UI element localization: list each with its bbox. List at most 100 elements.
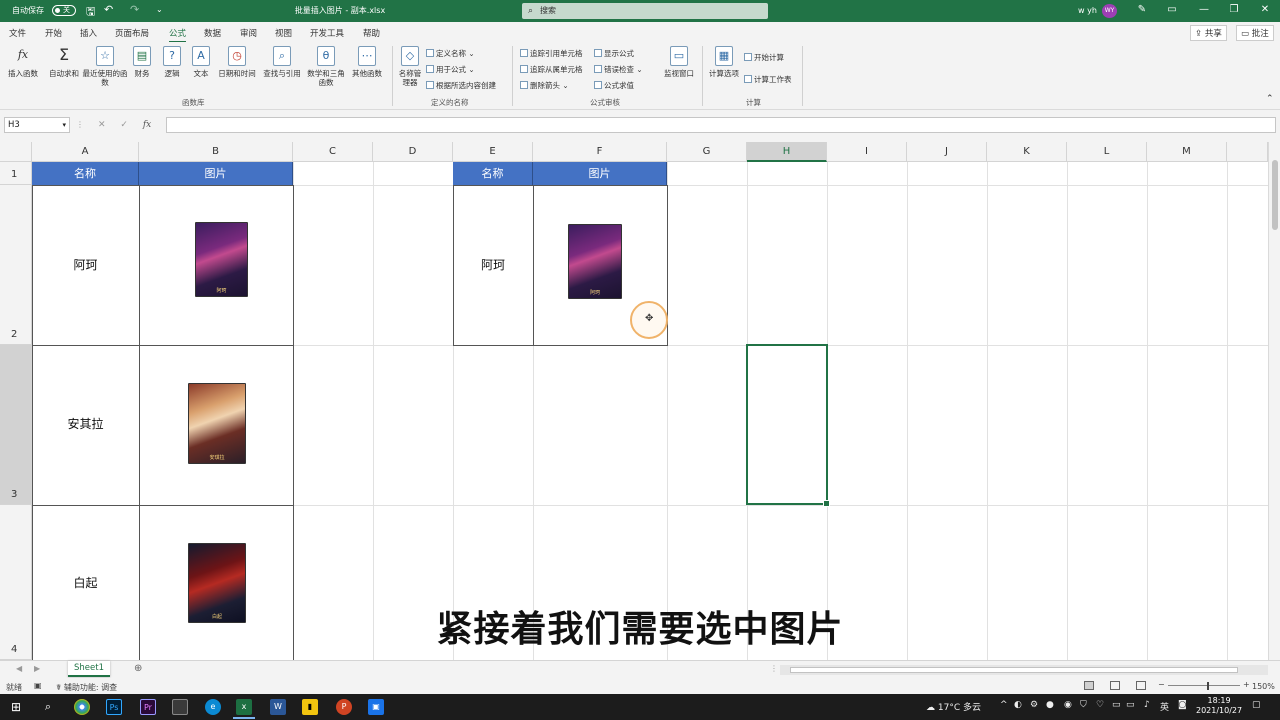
redo-icon[interactable]: ↷ [130,3,139,16]
tab-data[interactable]: 数据 [204,27,221,39]
active-cell-h3[interactable] [746,344,830,507]
photoshop-icon[interactable]: Ps [106,699,122,715]
column-header-partial[interactable] [1227,142,1268,162]
insert-function-button[interactable]: fx 插入函数 [5,46,41,78]
restore-icon[interactable]: ❐ [1224,4,1244,15]
macro-record-icon[interactable]: ▣ [34,681,42,690]
minimize-icon[interactable]: — [1194,4,1214,15]
select-all-corner[interactable] [0,142,32,162]
column-header-m[interactable]: M [1147,142,1227,162]
calc-sheet-button[interactable]: 计算工作表 [744,74,792,85]
logical-button[interactable]: ? 逻辑 [160,46,184,78]
horizontal-scrollbar[interactable] [780,665,1268,675]
cell-a4[interactable]: 白起 [32,574,139,591]
tray-app-icon[interactable]: ● [1046,700,1054,710]
hero-card-image[interactable]: 阿珂 [195,222,248,297]
hero-card-image[interactable]: 安琪拉 [188,383,246,464]
zoom-slider[interactable] [1168,685,1240,686]
taskbar-search-icon[interactable]: ⌕ [40,699,56,715]
tab-home[interactable]: 开始 [45,27,62,39]
error-checking-button[interactable]: 错误检查 ⌄ [594,64,643,75]
page-break-view-icon[interactable] [1136,681,1146,690]
zoom-level[interactable]: 150% [1252,682,1275,691]
page-layout-view-icon[interactable] [1110,681,1120,690]
tray-app-icon[interactable]: ◙ [1178,700,1187,710]
tray-app-icon[interactable]: ▭ [1126,700,1135,710]
tray-app-icon[interactable]: ◐ [1014,700,1022,710]
avatar[interactable]: WY [1102,4,1117,18]
hero-card-image[interactable]: 阿珂 [568,224,622,299]
text-button[interactable]: A 文本 [189,46,213,78]
customize-qa-icon[interactable]: ⌄ [156,5,163,14]
column-header-j[interactable]: J [907,142,987,162]
column-header-g[interactable]: G [667,142,747,162]
tab-developer[interactable]: 开发工具 [310,27,344,39]
column-header-i[interactable]: I [827,142,907,162]
save-icon[interactable]: 🖫 [86,3,95,22]
volume-icon[interactable]: ♪ [1144,700,1150,710]
enter-icon[interactable]: ✓ [120,120,128,130]
taskbar-clock[interactable]: 18:19 2021/10/27 [1196,696,1242,716]
tab-file[interactable]: 文件 [9,27,26,39]
ribbon-display-icon[interactable]: ▭ [1162,4,1182,15]
table2-header-name[interactable]: 名称 [453,162,533,185]
add-sheet-icon[interactable]: ⊕ [134,663,142,674]
tray-overflow-icon[interactable]: ^ [1000,700,1008,710]
excel-icon[interactable]: x [236,699,252,715]
row-header-1[interactable]: 1 [0,162,32,185]
tab-page-layout[interactable]: 页面布局 [115,27,149,39]
autosum-button[interactable]: Σ 自动求和 [46,46,82,79]
tab-insert[interactable]: 插入 [80,27,97,39]
tray-app-icon[interactable]: ♡ [1096,700,1104,710]
cell-a2[interactable]: 阿珂 [32,256,139,273]
file-explorer-icon[interactable] [172,699,188,715]
cancel-icon[interactable]: ✕ [98,120,106,130]
fx-icon[interactable]: fx [143,120,151,130]
chrome-icon[interactable] [74,699,90,715]
trace-precedents-button[interactable]: 追踪引用单元格 [520,48,583,59]
column-header-b[interactable]: B [139,142,293,162]
remove-arrows-button[interactable]: 删除箭头 ⌄ [520,80,569,91]
network-icon[interactable]: ▭ [1112,700,1121,710]
powerpoint-icon[interactable]: P [336,699,352,715]
tab-view[interactable]: 视图 [275,27,292,39]
row-header-3[interactable]: 3 [0,345,32,505]
horizontal-scroll-thumb[interactable] [790,667,1238,673]
vertical-scroll-thumb[interactable] [1272,160,1278,230]
zoom-in-icon[interactable]: + [1243,680,1250,689]
formula-input[interactable] [166,117,1276,133]
table2-header-image[interactable]: 图片 [533,162,667,185]
column-header-d[interactable]: D [373,142,453,162]
trace-dependents-button[interactable]: 追踪从属单元格 [520,64,583,75]
tab-formulas[interactable]: 公式 [169,27,187,43]
name-manager-button[interactable]: ◇ 名称管理器 [396,46,424,87]
create-from-selection-button[interactable]: 根据所选内容创建 [426,80,496,91]
collapse-ribbon-icon[interactable]: ⌃ [1266,94,1274,104]
recent-functions-button[interactable]: ☆ 最近使用的函数 [82,46,128,87]
sticky-app-icon[interactable]: ▮ [302,699,318,715]
tray-app-icon[interactable]: ⚙ [1030,700,1038,710]
column-header-f[interactable]: F [533,142,667,162]
normal-view-icon[interactable] [1084,681,1094,690]
define-name-button[interactable]: 定义名称 ⌄ [426,48,475,59]
zoom-slider-knob[interactable] [1207,682,1209,690]
comment-button[interactable]: ▭ 批注 [1236,25,1274,41]
evaluate-formula-button[interactable]: 公式求值 [594,80,634,91]
name-box[interactable]: H3 ▾ [4,117,70,133]
math-trig-button[interactable]: θ 数学和三角函数 [306,46,346,87]
close-icon[interactable]: ✕ [1255,4,1275,15]
column-header-k[interactable]: K [987,142,1067,162]
cell-e2[interactable]: 阿珂 [453,256,533,273]
lookup-reference-button[interactable]: ⌕ 查找与引用 [260,46,304,78]
tray-shield-icon[interactable]: ⛉ [1080,700,1087,710]
column-header-l[interactable]: L [1067,142,1147,162]
financial-button[interactable]: ▤ 财务 [130,46,154,78]
column-header-a[interactable]: A [32,142,139,162]
watch-window-button[interactable]: ▭ 监视窗口 [660,46,698,78]
tray-app-icon[interactable]: ◉ [1064,700,1072,710]
sheet-tab-sheet1[interactable]: Sheet1 [68,661,110,677]
calc-now-button[interactable]: 开始计算 [744,52,784,63]
sheet-next-icon[interactable]: ▶ [34,664,40,673]
search-box[interactable]: ⌕ 搜索 [522,3,768,19]
tab-review[interactable]: 审阅 [240,27,257,39]
